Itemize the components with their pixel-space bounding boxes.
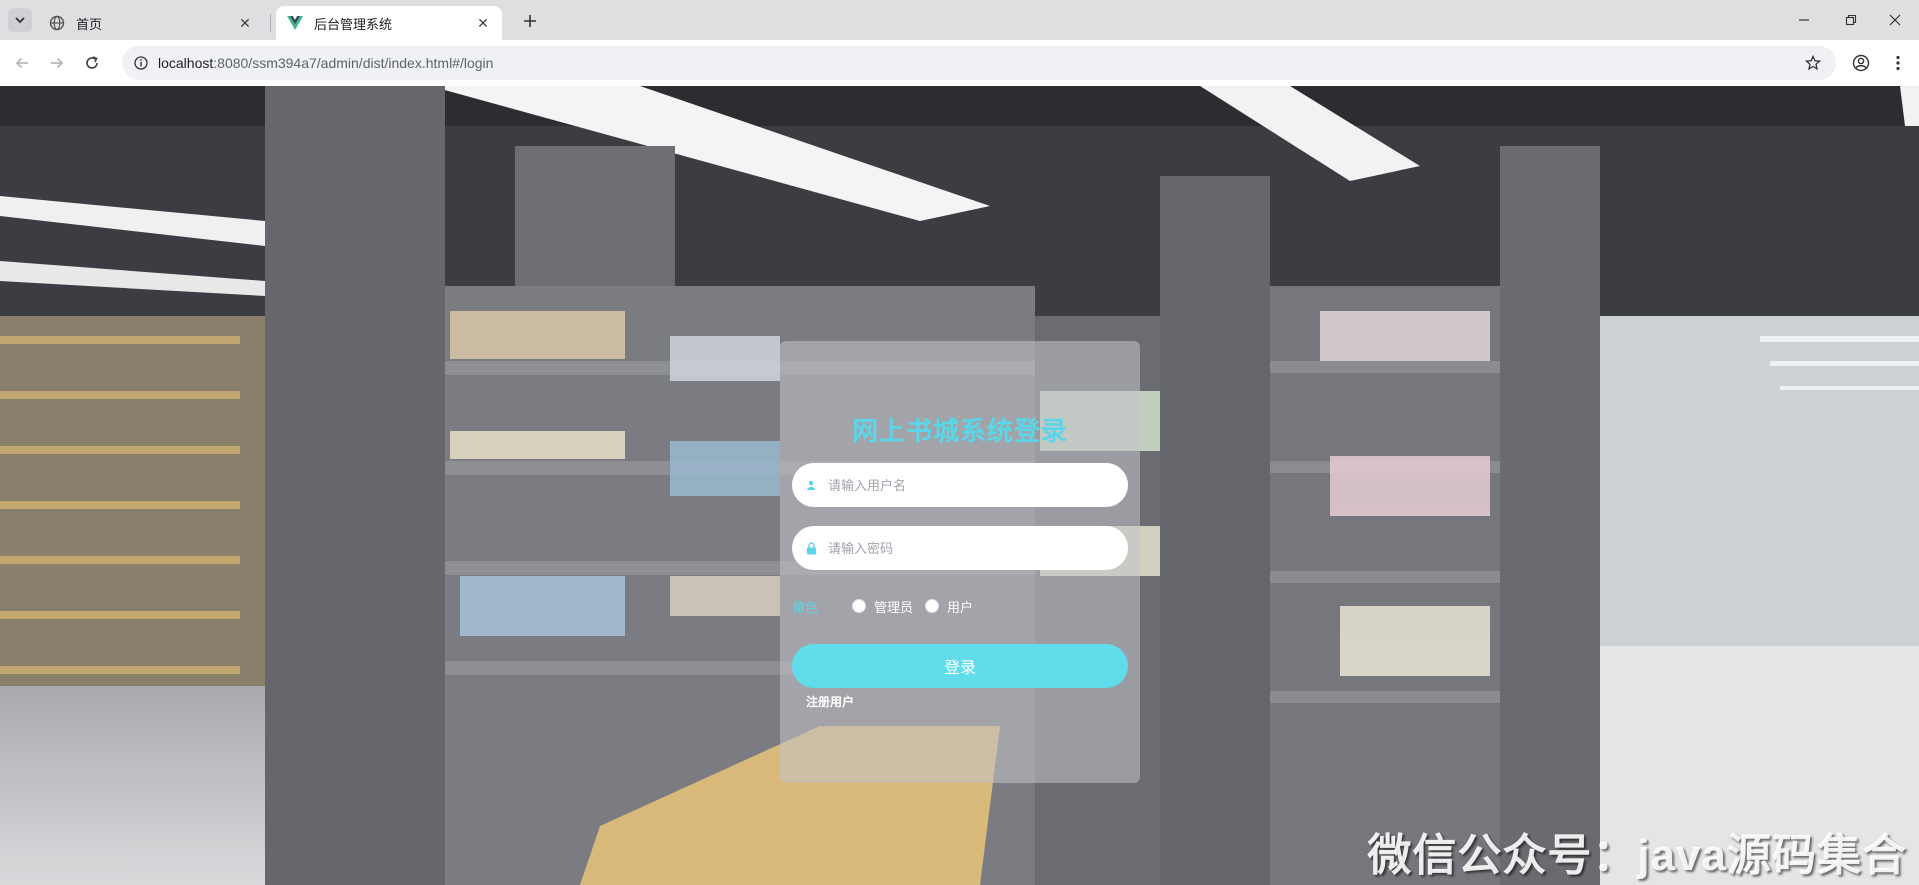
close-icon <box>1889 14 1901 26</box>
register-link[interactable]: 注册用户 <box>806 693 854 710</box>
minimize-button[interactable] <box>1792 8 1816 32</box>
close-icon[interactable]: ✕ <box>236 14 254 32</box>
restore-icon <box>1845 14 1857 26</box>
page-viewport: 网上书城系统登录 角色 管理员 用户 登录 注册用户 微信公众号：java源码集… <box>0 86 1919 885</box>
arrow-left-icon <box>15 57 28 69</box>
restore-button[interactable] <box>1839 8 1863 32</box>
close-window-button[interactable] <box>1883 8 1907 32</box>
reload-icon <box>86 56 98 69</box>
globe-icon <box>48 14 66 32</box>
vue-logo-icon <box>286 14 304 32</box>
login-button[interactable]: 登录 <box>792 644 1128 688</box>
username-input[interactable] <box>828 477 1108 493</box>
address-bar[interactable]: localhost:8080/ssm394a7/admin/dist/index… <box>122 46 1836 80</box>
role-option-label[interactable]: 用户 <box>947 597 973 616</box>
login-title: 网上书城系统登录 <box>851 416 1068 446</box>
watermark-text: 微信公众号：java源码集合 <box>1367 831 1907 880</box>
reload-button[interactable] <box>80 51 104 75</box>
role-option-label[interactable]: 管理员 <box>874 597 913 616</box>
arrow-right-icon <box>51 57 64 69</box>
url-host: localhost <box>158 55 214 71</box>
password-field[interactable] <box>792 526 1128 570</box>
tab-search-button[interactable] <box>8 8 32 32</box>
menu-button[interactable] <box>1886 51 1910 75</box>
new-tab-button[interactable] <box>518 9 542 33</box>
user-icon <box>804 478 818 492</box>
role-label: 角色 <box>792 599 819 615</box>
lock-icon <box>804 541 818 555</box>
tab-title: 首页 <box>76 16 103 32</box>
profile-icon <box>1852 54 1870 72</box>
tab-home[interactable]: 首页 ✕ <box>38 6 264 40</box>
password-input[interactable] <box>828 540 1108 556</box>
forward-button[interactable] <box>45 51 69 75</box>
browser-toolbar: localhost:8080/ssm394a7/admin/dist/index… <box>0 40 1919 86</box>
tab-divider <box>270 14 271 32</box>
browser-tabstrip: 首页 ✕ 后台管理系统 ✕ <box>0 0 1919 40</box>
profile-button[interactable] <box>1849 51 1873 75</box>
role-selector: 角色 管理员 用户 <box>792 595 985 617</box>
chevron-down-icon <box>15 17 25 24</box>
back-button[interactable] <box>10 51 34 75</box>
role-radio-user[interactable] <box>925 599 940 613</box>
more-vertical-icon <box>1896 55 1900 71</box>
url-path: :8080/ssm394a7/admin/dist/index.html#/lo… <box>213 55 494 71</box>
username-field[interactable] <box>792 463 1128 507</box>
close-icon[interactable]: ✕ <box>474 14 492 32</box>
tab-admin[interactable]: 后台管理系统 ✕ <box>276 6 502 40</box>
minimize-icon <box>1799 19 1809 21</box>
tab-title: 后台管理系统 <box>314 16 393 32</box>
star-icon[interactable] <box>1802 52 1824 74</box>
site-info-icon[interactable] <box>130 52 152 74</box>
login-panel: 网上书城系统登录 角色 管理员 用户 登录 注册用户 <box>780 341 1140 783</box>
plus-icon <box>524 15 536 27</box>
role-radio-admin[interactable] <box>852 599 866 613</box>
